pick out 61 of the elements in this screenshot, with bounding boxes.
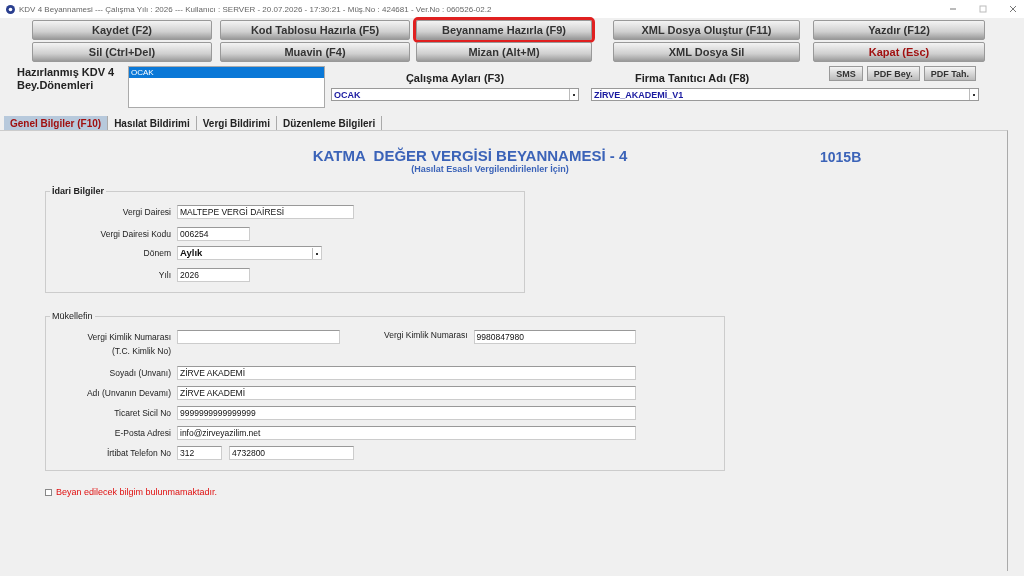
input-field[interactable] (177, 330, 340, 344)
input-field[interactable]: ZİRVE AKADEMİ (177, 386, 636, 400)
tab[interactable]: Hasılat Bildirimi (108, 116, 197, 130)
dropdown-arrow-icon[interactable] (569, 89, 578, 100)
small-button[interactable]: SMS (829, 66, 863, 81)
input-field[interactable]: 9999999999999999 (177, 406, 636, 420)
tab[interactable]: Vergi Bildirimi (196, 116, 277, 130)
group-title: İdari Bilgiler (51, 186, 105, 196)
input-field[interactable]: 2026 (177, 268, 250, 282)
window-title: KDV 4 Beyannamesi --- Çalışma Yılı : 2026 --- Kullanıcı : SERVER - 20.07.2026 - 17:30:21 - Müş.No : 424681 - Ver.No : 060526-02.2 (19, 4, 493, 14)
field-label: Vergi Kimlik Numarası (384, 330, 468, 340)
field-label: Vergi Dairesi (121, 207, 171, 217)
toolbar-button[interactable]: Mizan (Alt+M) (416, 42, 592, 62)
small-button[interactable]: PDF Bey. (866, 66, 920, 81)
app-icon (6, 4, 15, 14)
input-field[interactable]: MALTEPE VERGİ DAİRESİ (177, 205, 354, 219)
field-label: Ticaret Sicil No (113, 408, 171, 418)
tab[interactable]: Düzenleme Bilgileri (276, 116, 383, 130)
field-label: Soyadı (Unvanı) (108, 368, 171, 378)
months-dropdown[interactable]: OCAK (331, 88, 579, 101)
form-code: 1015B (820, 149, 862, 167)
toolbar-button[interactable]: XML Dosya Oluştur (F11) (613, 20, 800, 40)
checkbox[interactable] (45, 488, 52, 496)
input-field[interactable]: 4732800 (229, 446, 354, 460)
field-label: (T.C. Kimlik No) (111, 345, 171, 358)
toolbar-button[interactable]: Beyanname Hazırla (F9) (416, 20, 592, 40)
toolbar-button[interactable]: Sil (Ctrl+Del) (32, 42, 212, 62)
close-icon[interactable] (1008, 4, 1018, 14)
field-label: Dönem (142, 248, 171, 258)
toolbar-button[interactable]: Kod Tablosu Hazırla (F5) (220, 20, 410, 40)
form-title: KATMA DEĞER VERGİSİ BEYANNAMESİ - 4 (312, 147, 628, 164)
field-label: Yılı (157, 270, 171, 280)
field-label: Vergi Kimlik Numarası (87, 331, 171, 344)
tab[interactable]: Genel Bilgiler (F10) (4, 116, 109, 130)
toolbar-button[interactable]: Muavin (F4) (220, 42, 410, 62)
input-field[interactable]: info@zirveyazilim.net (177, 426, 636, 440)
periods-label: Hazırlanmış KDV 4 Bey.Dönemleri (17, 66, 116, 93)
dropdown-arrow-icon[interactable] (312, 247, 321, 259)
periods-list[interactable]: OCAK (128, 66, 325, 108)
toolbar-button[interactable]: XML Dosya Sil (613, 42, 800, 62)
company-label: Firma Tanıtıcı Adı (F8) (635, 72, 750, 86)
field-label: E-Posta Adresi (113, 428, 171, 438)
form-subtitle: (Hasılat Esaslı Vergilendirilenler İçin) (411, 164, 569, 174)
toolbar-button[interactable]: Yazdır (F12) (813, 20, 985, 40)
checkbox-label: Beyan edilecek bilgim bulunmamaktadır. (56, 487, 218, 497)
toolbar-button[interactable]: Kapat (Esc) (813, 42, 985, 62)
period-dropdown[interactable]: Aylık (177, 246, 322, 260)
input-field[interactable]: 006254 (177, 227, 250, 241)
field-label: Adı (Unvanın Devamı) (85, 388, 171, 398)
toolbar-button[interactable]: Kaydet (F2) (32, 20, 212, 40)
input-field[interactable]: 312 (177, 446, 222, 460)
group-title: Mükellefin (51, 311, 94, 321)
list-item[interactable]: OCAK (129, 67, 324, 78)
input-field[interactable]: 9980847980 (473, 330, 636, 344)
input-field[interactable]: ZİRVE AKADEMİ (177, 366, 636, 380)
company-dropdown[interactable]: ZİRVE_AKADEMİ_V1 (591, 88, 979, 101)
field-label: İrtibat Telefon No (105, 448, 171, 458)
dropdown-arrow-icon[interactable] (969, 89, 978, 100)
small-button[interactable]: PDF Tah. (923, 66, 976, 81)
months-label: Çalışma Ayları (F3) (405, 72, 505, 86)
field-label: Vergi Dairesi Kodu (99, 229, 171, 239)
